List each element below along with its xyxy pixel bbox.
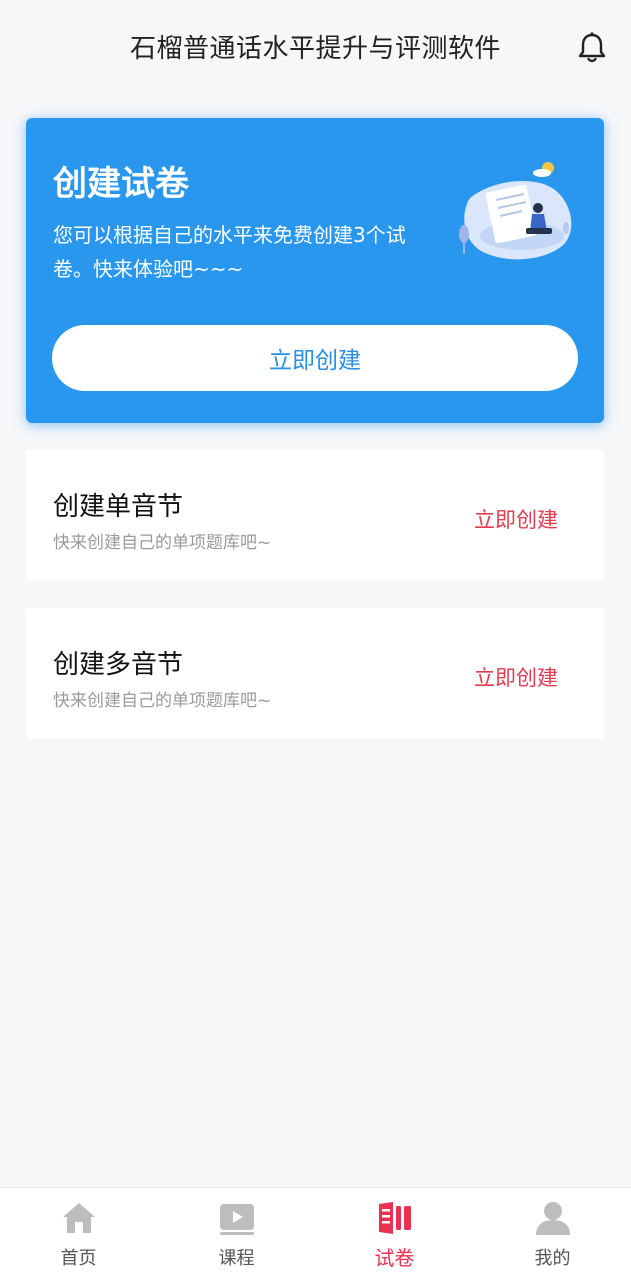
tab-label: 首页 [60, 1248, 97, 1269]
create-multi-syllable-card[interactable]: 创建多音节 快来创建自己的单项题库吧~ 立即创建 [26, 608, 604, 739]
video-play-icon [220, 1204, 254, 1235]
create-multi-syllable-button[interactable]: 立即创建 [474, 662, 558, 692]
home-icon [63, 1203, 95, 1233]
card-subtitle: 快来创建自己的单项题库吧~ [53, 533, 272, 553]
app-title: 石榴普通话水平提升与评测软件 [129, 34, 501, 64]
app-header: 石榴普通话水平提升与评测软件 [0, 0, 631, 96]
tab-label: 试卷 [374, 1246, 415, 1270]
bottom-tab-bar: 首页 课程 试卷 我的 [0, 1187, 631, 1281]
hero-description: 您可以根据自己的水平来免费创建3个试卷。快来体验吧~~~ [53, 223, 406, 281]
tab-home[interactable]: 首页 [0, 1188, 157, 1281]
tab-label: 课程 [218, 1248, 255, 1269]
bell-icon[interactable] [574, 30, 610, 66]
create-single-syllable-button[interactable]: 立即创建 [474, 504, 558, 534]
tab-label: 我的 [534, 1248, 571, 1269]
tab-papers[interactable]: 试卷 [316, 1188, 473, 1281]
create-paper-card: 创建试卷 您可以根据自己的水平来免费创建3个试卷。快来体验吧~~~ 立即创建 [26, 118, 604, 423]
create-paper-button[interactable]: 立即创建 [52, 325, 578, 391]
card-title: 创建多音节 [53, 650, 184, 680]
tab-mine[interactable]: 我的 [474, 1188, 631, 1281]
reading-illustration-icon [459, 162, 572, 260]
tab-courses[interactable]: 课程 [158, 1188, 315, 1281]
user-icon [536, 1202, 570, 1235]
card-title: 创建单音节 [53, 492, 184, 522]
hero-title: 创建试卷 [53, 164, 189, 204]
card-subtitle: 快来创建自己的单项题库吧~ [53, 691, 272, 711]
paper-icon [379, 1202, 411, 1234]
create-single-syllable-card[interactable]: 创建单音节 快来创建自己的单项题库吧~ 立即创建 [26, 450, 604, 581]
